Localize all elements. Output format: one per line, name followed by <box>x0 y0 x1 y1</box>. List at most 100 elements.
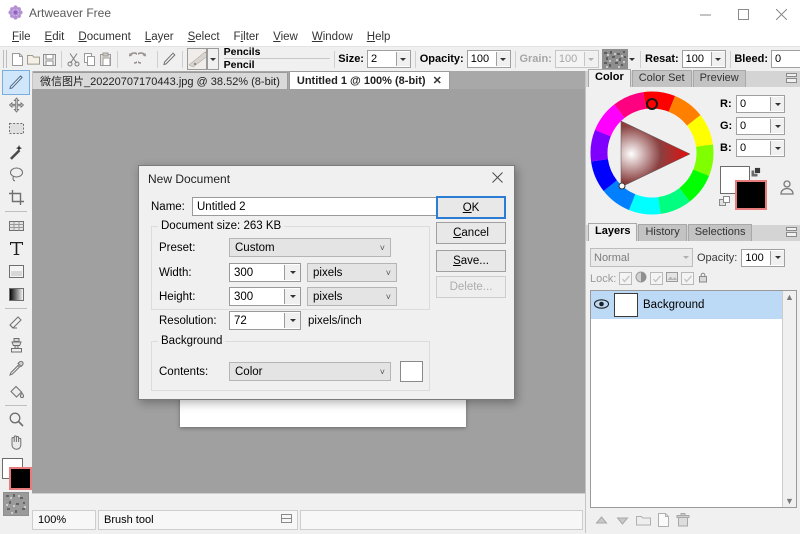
menu-document[interactable]: Document <box>71 29 137 45</box>
tab-history[interactable]: History <box>638 224 686 241</box>
blue-dropdown-button[interactable] <box>770 141 784 155</box>
trash-icon[interactable] <box>676 513 690 530</box>
brush-names[interactable]: Pencils Pencil <box>224 47 330 71</box>
contents-select[interactable]: Color ˅ <box>229 362 391 381</box>
blue-input[interactable]: 0 <box>736 139 785 157</box>
zoom-tool[interactable] <box>3 408 29 431</box>
lock-image-checkbox[interactable] <box>650 272 663 285</box>
size-dropdown-button[interactable] <box>396 52 410 66</box>
menu-view[interactable]: View <box>266 29 305 45</box>
save-button[interactable]: Save... <box>436 250 506 272</box>
blend-mode-select[interactable]: Normal <box>590 248 693 267</box>
size-spinner[interactable]: 2 <box>367 50 411 68</box>
grain-swatch-dropdown[interactable] <box>628 49 637 70</box>
width-input[interactable]: 300 <box>229 263 301 282</box>
ok-button[interactable]: OK <box>436 196 506 219</box>
menu-help[interactable]: Help <box>360 29 398 45</box>
pencil-preview-icon[interactable] <box>187 48 208 70</box>
lasso-tool[interactable] <box>3 163 29 186</box>
layer-opacity-input[interactable]: 100 <box>741 249 785 267</box>
menu-edit[interactable]: Edit <box>38 29 72 45</box>
menu-filter[interactable]: Filter <box>227 29 267 45</box>
panel-menu-icon[interactable] <box>786 73 797 87</box>
text-tool[interactable] <box>3 237 29 260</box>
paint-bucket-tool[interactable] <box>3 380 29 403</box>
cancel-button[interactable]: Cancel <box>436 222 506 244</box>
page-icon[interactable] <box>657 513 670 530</box>
menu-layer[interactable]: Layer <box>138 29 181 45</box>
layer-list[interactable]: Background ▲ ▼ <box>590 290 797 508</box>
fill-square-tool[interactable] <box>3 260 29 283</box>
grain-texture-swatch[interactable] <box>3 492 29 516</box>
close-icon[interactable] <box>762 0 800 28</box>
grain-texture-swatch[interactable] <box>602 49 628 70</box>
bleed-spinner[interactable]: 0 <box>771 50 800 68</box>
resat-dropdown-button[interactable] <box>711 52 725 66</box>
eye-icon[interactable] <box>594 298 609 313</box>
preset-select[interactable]: Custom ˅ <box>229 238 391 257</box>
magic-wand-tool[interactable] <box>3 140 29 163</box>
resolution-input[interactable]: 72 <box>229 311 301 330</box>
eyedropper-tool[interactable] <box>3 357 29 380</box>
resat-spinner[interactable]: 100 <box>682 50 726 68</box>
arrow-up-icon[interactable] <box>594 514 609 530</box>
rectangular-marquee-tool[interactable] <box>3 117 29 140</box>
green-dropdown-button[interactable] <box>770 119 784 133</box>
width-unit-select[interactable]: pixels ˅ <box>307 263 397 282</box>
height-input[interactable]: 300 <box>229 287 301 306</box>
open-document-icon[interactable] <box>26 49 42 70</box>
crop-tool[interactable] <box>3 186 29 209</box>
height-unit-select[interactable]: pixels ˅ <box>307 287 397 306</box>
brush-settings-icon[interactable] <box>162 49 178 70</box>
foreground-color-swatch[interactable] <box>735 180 767 210</box>
red-dropdown-button[interactable] <box>770 97 784 111</box>
menu-file[interactable]: File <box>5 29 38 45</box>
width-dropdown-button[interactable] <box>284 265 300 280</box>
color-wheel[interactable] <box>590 91 714 215</box>
scroll-up-arrow-icon[interactable]: ▲ <box>783 291 796 302</box>
tab-preview[interactable]: Preview <box>693 70 746 87</box>
lock-transparency-checkbox[interactable] <box>619 272 632 285</box>
scroll-down-arrow-icon[interactable]: ▼ <box>783 496 796 506</box>
undo-icon[interactable] <box>122 49 138 70</box>
move-tool[interactable] <box>3 94 29 117</box>
cut-icon[interactable] <box>66 49 82 70</box>
copy-icon[interactable] <box>82 49 98 70</box>
redo-icon[interactable] <box>138 49 154 70</box>
background-color-swatch[interactable] <box>400 361 423 382</box>
canvas-horizontal-scrollbar[interactable] <box>32 493 585 508</box>
menu-window[interactable]: Window <box>305 29 360 45</box>
document-tab-active[interactable]: Untitled 1 @ 100% (8-bit) ✕ <box>289 71 450 89</box>
green-input[interactable]: 0 <box>736 117 785 135</box>
name-input[interactable]: Untitled 2 <box>192 197 442 216</box>
foreground-color-swatch[interactable] <box>9 467 32 490</box>
tab-close-icon[interactable]: ✕ <box>433 74 442 87</box>
opacity-spinner[interactable]: 100 <box>467 50 511 68</box>
clone-stamp-tool[interactable] <box>3 334 29 357</box>
tab-color-set[interactable]: Color Set <box>632 70 692 87</box>
perspective-tool[interactable] <box>3 214 29 237</box>
arrow-down-icon[interactable] <box>615 514 630 530</box>
red-input[interactable]: 0 <box>736 95 785 113</box>
tool-color-swatches[interactable] <box>1 458 31 488</box>
minimize-icon[interactable] <box>686 0 724 28</box>
brush-tool[interactable] <box>3 71 29 94</box>
dialog-close-icon[interactable] <box>485 169 510 189</box>
new-document-icon[interactable] <box>10 49 26 70</box>
brush-preset-dropdown[interactable] <box>207 48 218 70</box>
folder-icon[interactable] <box>636 514 651 530</box>
document-tab-inactive[interactable]: 微信图片_20220707170443.jpg @ 38.52% (8-bit) <box>32 72 288 89</box>
status-zoom[interactable]: 100% <box>32 510 96 530</box>
height-dropdown-button[interactable] <box>284 289 300 304</box>
panel-menu-icon[interactable] <box>786 227 797 241</box>
save-document-icon[interactable] <box>41 49 57 70</box>
layer-opacity-dropdown[interactable] <box>770 251 784 265</box>
panel-color-swatches[interactable] <box>720 166 774 210</box>
menu-select[interactable]: Select <box>181 29 227 45</box>
maximize-icon[interactable] <box>724 0 762 28</box>
gradient-tool[interactable] <box>3 283 29 306</box>
tab-selections[interactable]: Selections <box>688 224 753 241</box>
swap-colors-icon[interactable] <box>751 167 762 181</box>
clone-color-icon[interactable] <box>779 180 795 199</box>
lock-position-checkbox[interactable] <box>681 272 694 285</box>
